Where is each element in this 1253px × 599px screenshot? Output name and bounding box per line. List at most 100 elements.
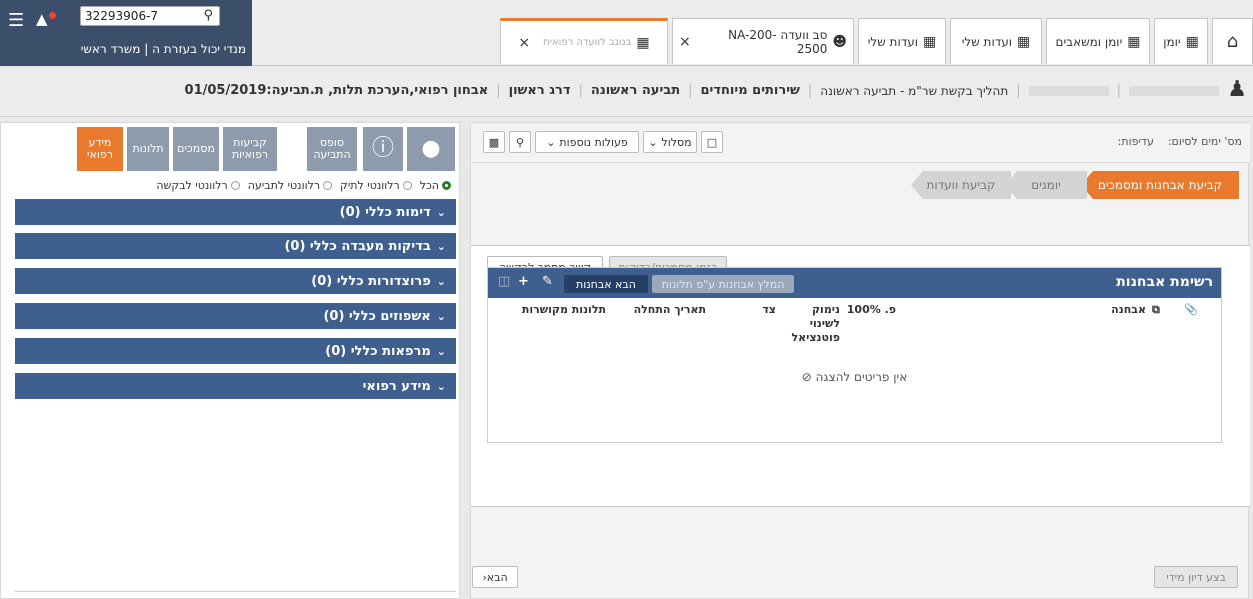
tab-my-committees-1[interactable]: ▦ ועדות שלי — [858, 18, 946, 64]
col-diagnosis: אבחנה — [1111, 303, 1146, 316]
tab-medical-determinations[interactable]: קביעות רפואיות — [223, 127, 277, 171]
empty-state: אין פריטים להצגה ⊘ — [488, 370, 1221, 384]
section-label: בדיקות מעבדה כללי (0) — [284, 238, 431, 254]
patient-search-input[interactable] — [85, 8, 185, 24]
priority-label: עדיפות: — [1117, 135, 1154, 148]
next-button[interactable]: הבא ‹ — [472, 566, 518, 588]
close-icon[interactable]: × — [679, 34, 691, 50]
hamburger-menu-icon[interactable]: ☰ — [8, 10, 24, 31]
case-meta: מס' ימים לסיום: עדיפות: — [1118, 135, 1242, 148]
tab-claim-status[interactable]: סופס התביעה — [307, 127, 357, 171]
case-breadcrumb: | | תהליך בקשת שר"מ - תביעה ראשונה | שיר… — [185, 83, 1219, 98]
radio-icon — [230, 181, 240, 190]
days-to-finish-label: מס' ימים לסיום: — [1167, 135, 1242, 148]
calendar-icon: ▦ — [1185, 33, 1199, 50]
section-hospitalizations[interactable]: ⌄ אשפוזים כללי (0) — [15, 303, 456, 329]
info-icon[interactable]: ⓘ — [363, 127, 403, 171]
close-icon[interactable]: × — [518, 35, 530, 51]
relevance-filter: הכל רלוונטי לתיק רלוונטי לתביעה רלוונטי … — [156, 179, 451, 192]
user-line: מנדי יכול בעזרת ה | משרד ראשי — [80, 42, 246, 56]
toolbar: מס' ימים לסיום: עדיפות: □ מסלול ⌄ פעולות… — [471, 123, 1250, 163]
case-header: ♟ | | תהליך בקשת שר"מ - תביעה ראשונה | ש… — [0, 67, 1253, 117]
add-icon[interactable]: + — [518, 274, 529, 289]
crumb-diagnosis: אבחון רפואי,הערכת תלות, ת.תביעה:01/05/20… — [184, 83, 489, 98]
execute-now-button[interactable]: בצע דיון מידי — [1154, 566, 1238, 588]
delete-icon[interactable]: ◫ — [498, 274, 510, 289]
import-diagnoses-button[interactable]: הבא אבחנות — [564, 275, 648, 293]
grid-header: רשימת אבחנות המלץ אבחנות ע"פ תלונות הבא … — [488, 268, 1221, 298]
filter-request[interactable]: רלוונטי לבקשה — [156, 179, 240, 192]
patient-search-field[interactable]: ⚲ — [80, 6, 220, 26]
filter-all[interactable]: הכל — [420, 179, 451, 192]
filter-label: רלוונטי לבקשה — [156, 179, 228, 192]
filter-claim[interactable]: רלוונטי לתביעה — [248, 179, 333, 192]
chevron-down-icon: ⌄ — [436, 205, 446, 219]
tab-label: מידע רפואי — [87, 136, 113, 161]
radio-icon — [442, 181, 451, 190]
tab-medical-info[interactable]: מידע רפואי — [77, 127, 123, 171]
chevron-down-icon: ⌄ — [436, 344, 446, 358]
divider — [15, 591, 456, 592]
tab-label: יומן — [1163, 34, 1181, 49]
blurred-id — [1028, 85, 1109, 96]
filter-label: הכל — [419, 179, 439, 192]
tab-calendar[interactable]: ▦ יומן — [1154, 18, 1208, 64]
col-percent: פ. 100% — [846, 303, 896, 316]
recommend-diagnoses-button[interactable]: המלץ אבחנות ע"פ תלונות — [652, 275, 794, 293]
new-document-button[interactable]: □ — [701, 131, 723, 153]
section-label: דימות כללי (0) — [339, 204, 431, 220]
copy-icon: ⧉ — [1152, 303, 1160, 316]
tab-committee[interactable]: ☻ סב וועדה NA-200-2500 × — [672, 18, 854, 64]
search-icon[interactable]: ⚲ — [203, 8, 213, 23]
radio-icon — [402, 181, 412, 190]
tab-documents[interactable]: מסמכים — [173, 127, 219, 171]
home-icon[interactable]: ⌂ — [1212, 18, 1253, 64]
section-procedures[interactable]: ⌄ פרוצדורות כללי (0) — [15, 268, 456, 294]
bell-icon[interactable]: ▲ — [36, 10, 48, 28]
attachment-icon: 📎 — [1184, 303, 1198, 316]
process-label: תהליך בקשת שר"מ - תביעה ראשונה — [820, 83, 1009, 98]
route-dropdown[interactable]: מסלול ⌄ — [643, 131, 697, 153]
filter-case[interactable]: רלוונטי לתיק — [340, 179, 412, 192]
more-actions-dropdown[interactable]: פעולות נוספות ⌄ — [535, 131, 639, 153]
chevron-down-icon: ⌄ — [436, 309, 446, 323]
crumb-claim: תביעה ראשונה — [590, 83, 681, 98]
step-label: קביעת אבחנות ומסמכים — [1097, 178, 1223, 192]
edit-icon[interactable]: ✎ — [542, 274, 553, 289]
section-medical-info[interactable]: ⌄ מידע רפואי — [15, 373, 456, 399]
col-potential-reason: נימוק לשינוי פוטנציאל — [791, 303, 840, 344]
section-label: מרפאות כללי (0) — [325, 343, 431, 359]
main-panel: מס' ימים לסיום: עדיפות: □ מסלול ⌄ פעולות… — [470, 122, 1250, 599]
no-entry-icon: ⊘ — [801, 370, 812, 384]
search-button[interactable]: ⚲ — [509, 131, 531, 153]
section-label: אשפוזים כללי (0) — [323, 308, 431, 324]
search-icon: ⚲ — [515, 135, 525, 149]
tab-calendar-resources[interactable]: ▦ יומן ומשאבים — [1046, 18, 1150, 64]
clipboard-icon: ▦ — [636, 34, 650, 51]
tab-label: יומן ומשאבים — [1055, 34, 1123, 49]
step-diagnoses[interactable]: קביעת אבחנות ומסמכים — [1081, 171, 1239, 199]
person-icon: ♟ — [1227, 77, 1247, 102]
save-icon: ▩ — [488, 135, 500, 149]
col-side: צד — [762, 303, 776, 316]
step-calendars[interactable]: יומנים — [1005, 171, 1087, 199]
step-label: קביעת וועדות — [926, 178, 996, 192]
tab-label: סב וועדה NA-200-2500 — [728, 27, 828, 56]
tab-complaints[interactable]: תלונות — [127, 127, 169, 171]
step-label: יומנים — [1031, 178, 1061, 192]
chevron-down-icon: ⌄ — [436, 239, 446, 253]
save-button[interactable]: ▩ — [483, 131, 505, 153]
empty-text: אין פריטים להצגה — [815, 370, 908, 384]
tab-medical-committee[interactable]: ▦ בנוגב לוועדה רפואית × — [500, 18, 668, 64]
section-clinics[interactable]: ⌄ מרפאות כללי (0) — [15, 338, 456, 364]
section-imaging[interactable]: ⌄ דימות כללי (0) — [15, 199, 456, 225]
section-label: פרוצדורות כללי (0) — [311, 273, 431, 289]
tab-my-committees-2[interactable]: ▦ ועדות שלי — [950, 18, 1042, 64]
button-label: הבא אבחנות — [576, 277, 636, 291]
tab-label: מסמכים — [177, 142, 215, 155]
person-icon[interactable]: ● — [407, 127, 455, 171]
step-committees[interactable]: קביעת וועדות — [911, 171, 1011, 199]
button-label: המלץ אבחנות ע"פ תלונות — [661, 277, 785, 291]
section-lab-tests[interactable]: ⌄ בדיקות מעבדה כללי (0) — [15, 233, 456, 259]
user-box: ☰ ▲ ⚲ מנדי יכול בעזרת ה | משרד ראשי — [0, 0, 252, 66]
